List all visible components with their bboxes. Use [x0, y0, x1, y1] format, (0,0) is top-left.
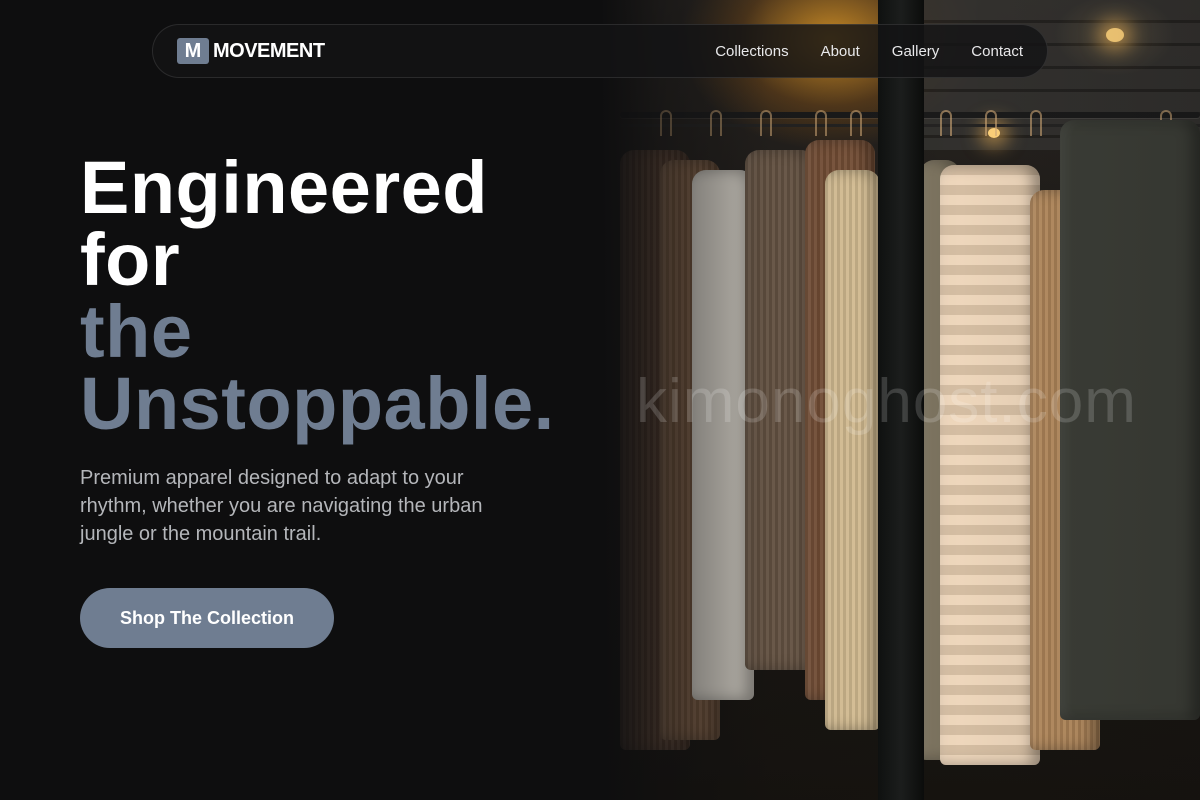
headline-line: for: [80, 218, 181, 301]
landing-page: kimonoghost.com M MOVEMENT Collections A…: [0, 0, 1200, 800]
top-navigation: M MOVEMENT Collections About Gallery Con…: [152, 24, 1048, 78]
hero-headline: Engineered for the Unstoppable.: [80, 146, 600, 445]
brand-logo[interactable]: M MOVEMENT: [177, 38, 325, 64]
shop-collection-button[interactable]: Shop The Collection: [80, 588, 334, 648]
hero-subtitle: Premium apparel designed to adapt to you…: [80, 467, 483, 545]
brand-mark-icon: M: [177, 38, 209, 64]
headline-accent-line: the: [80, 290, 193, 373]
brand-name: MOVEMENT: [213, 39, 325, 62]
nav-link-about[interactable]: About: [821, 43, 860, 60]
headline-line: Engineered: [80, 146, 488, 229]
nav-link-collections[interactable]: Collections: [715, 43, 788, 60]
nav-link-gallery[interactable]: Gallery: [892, 43, 940, 60]
nav-link-contact[interactable]: Contact: [971, 43, 1023, 60]
nav-links: Collections About Gallery Contact: [715, 43, 1023, 60]
image-watermark: kimonoghost.com: [636, 367, 1137, 436]
headline-accent-line: Unstoppable.: [80, 362, 555, 445]
